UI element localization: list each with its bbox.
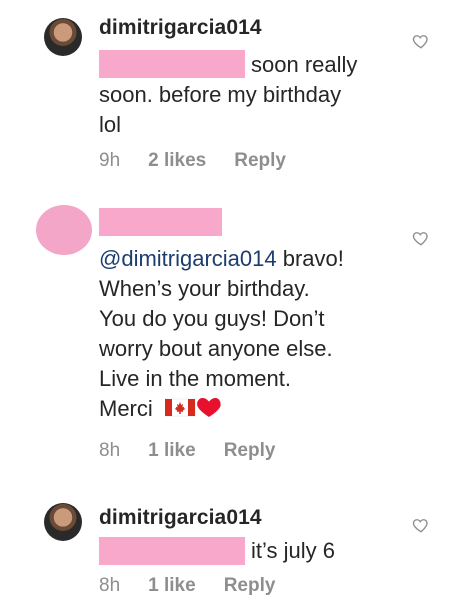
comment-text-line: soon really bbox=[251, 52, 358, 77]
comment-username[interactable]: dimitrigarcia014 bbox=[99, 506, 262, 530]
comment-text-line: Merci bbox=[99, 394, 221, 423]
comment-meta: 8h 1 like Reply bbox=[99, 575, 275, 597]
redacted-mention bbox=[99, 50, 245, 78]
comment-text: bravo! bbox=[282, 246, 344, 271]
redacted-username bbox=[99, 208, 222, 236]
reply-button[interactable]: Reply bbox=[234, 150, 286, 172]
comment-text-line: When’s your birthday. bbox=[99, 276, 310, 301]
comment-time: 8h bbox=[99, 440, 121, 461]
reply-button[interactable]: Reply bbox=[224, 440, 276, 462]
comment-text: Merci bbox=[99, 396, 153, 421]
comment-meta: 8h 1 like Reply bbox=[99, 440, 275, 462]
comment-text-line: lol bbox=[99, 112, 122, 137]
heart-outline-icon[interactable] bbox=[412, 32, 430, 50]
comment-text-line: @dimitrigarcia014 bravo! bbox=[99, 244, 344, 273]
comment-time: 9h bbox=[99, 150, 121, 171]
heart-outline-icon[interactable] bbox=[412, 229, 430, 247]
comment-text-line: Live in the moment. bbox=[99, 366, 291, 391]
heart-outline-icon[interactable] bbox=[412, 516, 430, 534]
avatar[interactable] bbox=[36, 205, 92, 255]
comment-text-line: soon. before my birthday bbox=[99, 82, 342, 107]
comment-likes[interactable]: 1 like bbox=[148, 575, 196, 597]
comment-meta: 9h 2 likes Reply bbox=[99, 150, 286, 172]
redacted-mention bbox=[99, 537, 245, 565]
comment-likes[interactable]: 2 likes bbox=[148, 150, 206, 172]
comment-text-line: it’s july 6 bbox=[251, 538, 335, 563]
comment-text-line: You do you guys! Don’t bbox=[99, 306, 325, 331]
comment-time: 8h bbox=[99, 575, 121, 596]
avatar[interactable] bbox=[44, 503, 82, 541]
comment-text-line: worry bout anyone else. bbox=[99, 336, 333, 361]
comment-likes[interactable]: 1 like bbox=[148, 440, 196, 462]
comment-username[interactable]: dimitrigarcia014 bbox=[99, 16, 262, 40]
canada-flag-heart-icon bbox=[164, 398, 221, 417]
mention-link[interactable]: @dimitrigarcia014 bbox=[99, 246, 277, 271]
reply-button[interactable]: Reply bbox=[224, 575, 276, 597]
avatar[interactable] bbox=[44, 18, 82, 56]
